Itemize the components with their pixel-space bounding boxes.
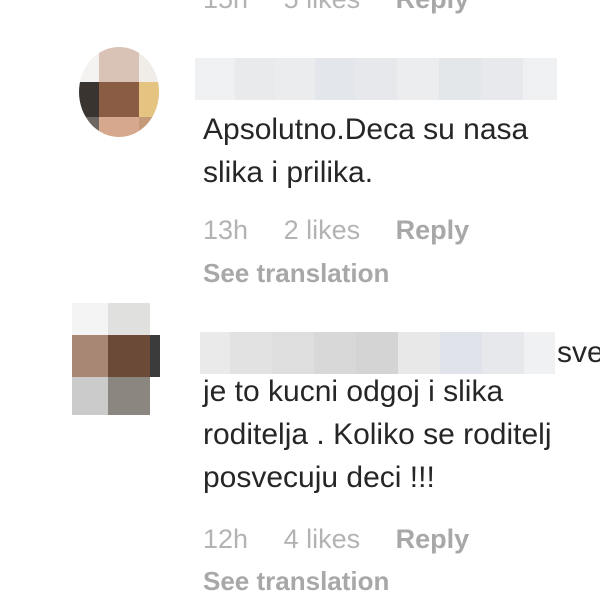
comment-text: je to kucni odgoj i slika roditelja . Ko… [203, 370, 552, 499]
comment-likes[interactable]: 4 likes [284, 524, 361, 554]
username-pixelated[interactable] [200, 332, 555, 374]
see-translation-link[interactable]: See translation [203, 566, 389, 597]
comment-text-line: Apsolutno.Deca su nasa [203, 113, 529, 146]
comment-likes[interactable]: 2 likes [284, 215, 361, 245]
username-pixelated[interactable] [195, 58, 557, 100]
reply-button[interactable]: Reply [396, 524, 470, 554]
avatar[interactable] [79, 47, 159, 137]
username-suffix[interactable]: sve [557, 331, 600, 374]
comment-meta-row: 12h 4 likes Reply [203, 524, 497, 555]
comment-likes[interactable]: 5 likes [284, 0, 361, 14]
comment-text: Apsolutno.Deca su nasa slika i prilika. [203, 108, 528, 194]
comment-meta-row-top: 15h 5 likes Reply [203, 0, 497, 15]
reply-button[interactable]: Reply [396, 0, 470, 14]
comment-meta-row: 13h 2 likes Reply [203, 215, 497, 246]
comment-time: 12h [203, 524, 249, 554]
see-translation-link[interactable]: See translation [203, 258, 389, 289]
comment-text-line: roditelja . Koliko se roditelj [203, 418, 552, 451]
comment-text-line: slika i prilika. [203, 156, 374, 189]
reply-button[interactable]: Reply [396, 215, 470, 245]
comment-time: 13h [203, 215, 249, 245]
comment-text-line: je to kucni odgoj i slika [203, 375, 504, 408]
comment-text-line: posvecuju deci !!! [203, 461, 435, 494]
comment-time: 15h [203, 0, 248, 14]
avatar[interactable] [72, 303, 160, 415]
